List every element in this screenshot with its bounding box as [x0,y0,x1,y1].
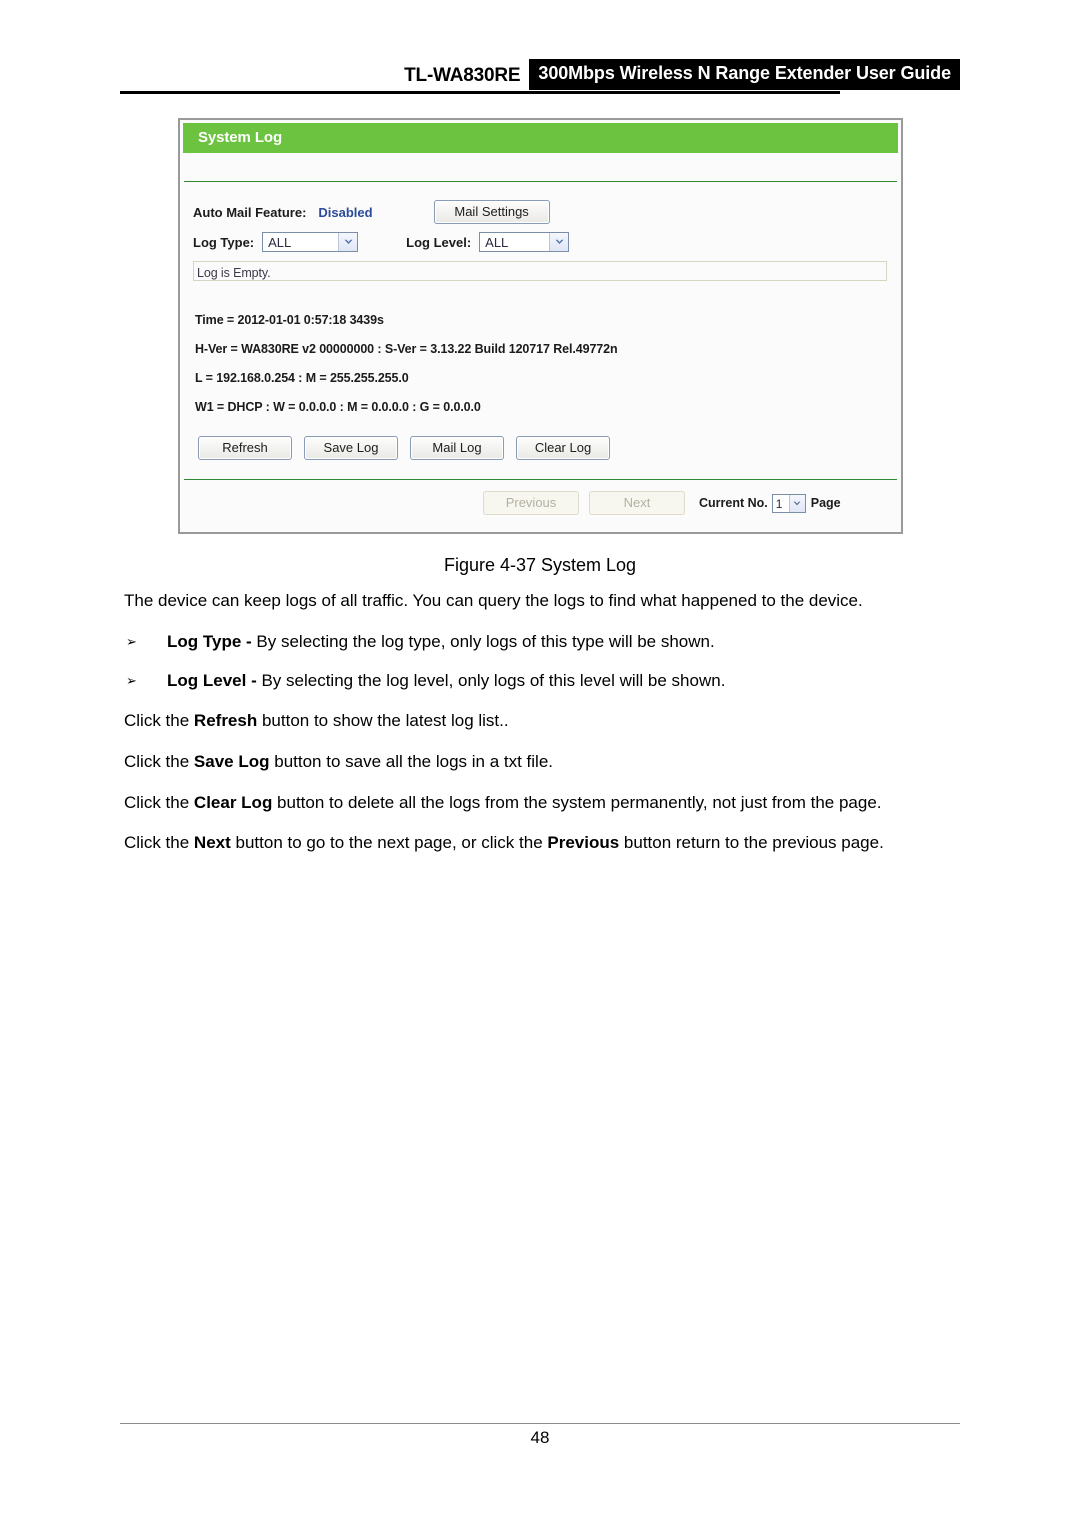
bullet-log-level-rest: By selecting the log level, only logs of… [256,671,726,691]
chevron-down-icon [338,233,358,251]
previous-page-button[interactable]: Previous [483,491,579,515]
paragraph-refresh-post: button to show the latest log list.. [257,711,509,731]
paragraph-refresh-pre: Click the [124,711,194,731]
header-divider [120,91,840,94]
bullet-log-type-term: Log Type - [167,631,252,651]
current-page-select[interactable]: 1 [771,493,806,513]
paragraph-next-term: Next [193,833,231,853]
paragraph-next-post: button return to the previous page. [619,833,884,853]
log-list-box[interactable]: Log is Empty. [193,261,887,281]
paragraph-clear-log-post: button to delete all the logs from the s… [272,792,882,812]
paragraph-save-log: Click the Save Log button to save all th… [124,752,956,773]
bullet-log-level-text: Log Level - By selecting the log level, … [167,671,956,692]
log-level-label: Log Level: [406,234,472,250]
bullet-log-level-term: Log Level - [167,671,257,691]
paragraph-save-log-term: Save Log [193,751,270,771]
next-page-button[interactable]: Next [589,491,685,515]
paragraph-next-pre: Click the [124,833,194,853]
panel-title-gap [183,153,898,181]
paragraph-previous-term: Previous [547,833,620,853]
mail-log-button[interactable]: Mail Log [410,436,504,460]
log-level-select[interactable]: ALL [479,232,570,252]
figure-caption: Figure 4-37 System Log [443,555,637,575]
paragraph-save-log-post: button to save all the logs in a txt fil… [269,751,554,771]
bullet-log-type-rest: By selecting the log type, only logs of … [251,631,715,651]
bullet-arrow-icon: ➢ [126,674,137,690]
auto-mail-feature-value: Disabled [318,204,373,220]
info-line-lan: L = 192.168.0.254 : M = 255.255.255.0 [195,371,409,385]
paragraph-save-log-pre: Click the [124,751,194,771]
panel-title: System Log [183,123,898,153]
chevron-down-icon [549,233,569,251]
log-type-select[interactable]: ALL [262,232,359,252]
log-type-label: Log Type: [193,234,255,250]
paragraph-refresh: Click the Refresh button to show the lat… [124,711,956,732]
refresh-button[interactable]: Refresh [198,436,292,460]
pagination-bar: Previous Next Current No. 1 Page [183,480,898,529]
bullet-log-type: ➢ Log Type - By selecting the log type, … [124,632,956,653]
bullet-log-level: ➢ Log Level - By selecting the log level… [124,671,956,692]
info-line-wan: W1 = DHCP : W = 0.0.0.0 : M = 0.0.0.0 : … [195,400,481,414]
figure-system-log: System Log Auto Mail Feature: Disabled M… [178,118,903,534]
paragraph-clear-log-pre: Click the [124,792,194,812]
paragraph-next-mid: button to go to the next page, or click … [230,833,548,853]
intro-paragraph: The device can keep logs of all traffic.… [124,591,863,610]
log-action-buttons: Refresh Save Log Mail Log Clear Log [198,436,898,460]
document-header: TL-WA830RE 300Mbps Wireless N Range Exte… [120,56,960,94]
clear-log-button[interactable]: Clear Log [516,436,610,460]
page-number: 48 [530,1428,550,1447]
panel-body-bottom-gap [183,460,898,479]
body-content: The device can keep logs of all traffic.… [124,591,956,874]
page-suffix-label: Page [810,496,841,510]
paragraph-clear-log: Click the Clear Log button to delete all… [124,793,956,814]
paragraph-refresh-term: Refresh [193,711,258,731]
paragraph-clear-log-term: Clear Log [193,792,273,812]
panel-body: Auto Mail Feature: Disabled Mail Setting… [183,182,898,479]
log-level-value: ALL [480,233,550,251]
bullet-log-type-text: Log Type - By selecting the log type, on… [167,632,956,653]
bullet-arrow-icon: ➢ [126,634,137,650]
log-filters-row: Log Type: ALL Log Level: ALL [183,232,898,252]
info-line-version: H-Ver = WA830RE v2 00000000 : S-Ver = 3.… [195,342,618,356]
model-name: TL-WA830RE [404,65,521,86]
current-page-value: 1 [772,494,789,512]
auto-mail-feature-label: Auto Mail Feature: [193,204,307,220]
save-log-button[interactable]: Save Log [304,436,398,460]
footer-divider [120,1423,960,1424]
router-ui-frame: System Log Auto Mail Feature: Disabled M… [178,118,903,534]
log-type-value: ALL [263,233,339,251]
log-empty-message: Log is Empty. [197,266,271,280]
guide-title-banner: 300Mbps Wireless N Range Extender User G… [529,59,960,90]
chevron-down-icon [788,494,805,512]
paragraph-next-previous: Click the Next button to go to the next … [124,833,956,854]
auto-mail-feature-row: Auto Mail Feature: Disabled Mail Setting… [183,200,898,224]
system-info-lines: Time = 2012-01-01 0:57:18 3439s H-Ver = … [195,313,898,414]
current-page-label: Current No. [699,496,768,510]
mail-settings-button[interactable]: Mail Settings [433,200,550,224]
info-line-time: Time = 2012-01-01 0:57:18 3439s [195,313,384,327]
